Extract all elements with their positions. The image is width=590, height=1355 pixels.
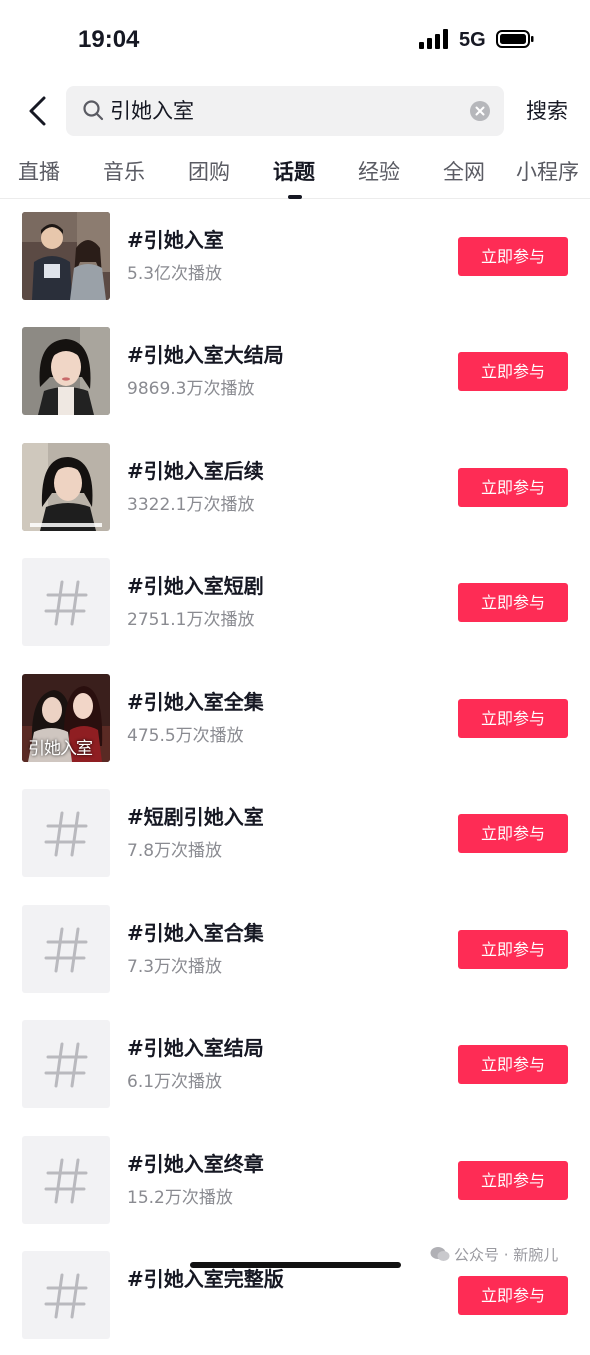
hashtag-icon <box>44 811 88 857</box>
topic-play-count: 5.3亿次播放 <box>127 264 223 284</box>
topic-row[interactable]: #短剧引她入室 7.8万次播放 立即参与 <box>0 777 590 893</box>
topic-title: #引她入室结局 <box>127 1036 264 1060</box>
topic-thumbnail <box>22 1251 110 1339</box>
tab-music[interactable]: 音乐 <box>103 158 145 186</box>
topic-play-count: 3322.1万次播放 <box>127 495 255 515</box>
search-icon <box>83 100 104 121</box>
topic-play-count: 15.2万次播放 <box>127 1188 233 1208</box>
category-tabs: 直播 音乐 团购 话题 经验 全网 小程序 <box>0 150 590 199</box>
join-button[interactable]: 立即参与 <box>458 1045 568 1084</box>
topic-title: #引她入室终章 <box>127 1152 264 1176</box>
photo-couple-image <box>22 212 110 300</box>
search-bar[interactable]: 引她入室 <box>66 86 504 136</box>
hashtag-icon <box>44 927 88 973</box>
hashtag-icon <box>44 1158 88 1204</box>
topic-title: #短剧引她入室 <box>127 805 264 829</box>
home-indicator[interactable] <box>190 1262 401 1268</box>
search-button[interactable]: 搜索 <box>526 97 568 125</box>
wechat-icon <box>430 1247 450 1261</box>
topic-title: #引她入室完整版 <box>127 1267 284 1291</box>
topic-play-count: 7.8万次播放 <box>127 841 223 861</box>
topic-play-count: 2751.1万次播放 <box>127 610 255 630</box>
topic-row[interactable]: #引她入室终章 15.2万次播放 立即参与 <box>0 1124 590 1240</box>
join-button[interactable]: 立即参与 <box>458 468 568 507</box>
topic-thumbnail <box>22 905 110 993</box>
topic-thumbnail <box>22 558 110 646</box>
topic-title: #引她入室合集 <box>127 921 264 945</box>
tab-live[interactable]: 直播 <box>18 158 60 186</box>
watermark-text: 公众号 · 新腕儿 <box>454 1246 559 1264</box>
topic-thumbnail <box>22 789 110 877</box>
topic-play-count: 475.5万次播放 <box>127 726 244 746</box>
tab-mini-programs[interactable]: 小程序 <box>516 158 579 186</box>
topic-thumbnail <box>22 327 110 415</box>
join-button[interactable]: 立即参与 <box>458 237 568 276</box>
join-button[interactable]: 立即参与 <box>458 930 568 969</box>
status-bar: 19:04 5G <box>0 0 590 80</box>
topic-title: #引她入室后续 <box>127 459 264 483</box>
active-tab-indicator <box>288 195 302 199</box>
hashtag-icon <box>44 1042 88 1088</box>
topic-row[interactable]: #引她入室结局 6.1万次播放 立即参与 <box>0 1008 590 1124</box>
join-button[interactable]: 立即参与 <box>458 814 568 853</box>
topic-play-count: 6.1万次播放 <box>127 1072 223 1092</box>
clear-circle-icon[interactable] <box>470 101 490 121</box>
topic-play-count: 7.3万次播放 <box>127 957 223 977</box>
topic-title: #引她入室 <box>127 228 224 252</box>
search-input[interactable]: 引她入室 <box>110 96 194 126</box>
topic-row[interactable]: #引她入室后续 3322.1万次播放 立即参与 <box>0 431 590 547</box>
topic-thumbnail <box>22 212 110 300</box>
topic-play-count: 9869.3万次播放 <box>127 379 255 399</box>
join-button[interactable]: 立即参与 <box>458 583 568 622</box>
chevron-left-icon[interactable] <box>24 94 58 128</box>
topic-row[interactable]: #引她入室 5.3亿次播放 立即参与 <box>0 200 590 316</box>
poster-title-text: 引她入室 <box>28 739 93 759</box>
signal-bars-icon <box>419 29 448 49</box>
tab-experience[interactable]: 经验 <box>358 158 400 186</box>
topic-row[interactable]: #引她入室合集 7.3万次播放 立即参与 <box>0 893 590 1009</box>
topic-title: #引她入室短剧 <box>127 574 264 598</box>
topic-row[interactable]: 引她入室 #引她入室全集 475.5万次播放 立即参与 <box>0 662 590 778</box>
topic-thumbnail: 引她入室 <box>22 674 110 762</box>
tab-web[interactable]: 全网 <box>443 158 485 186</box>
join-button[interactable]: 立即参与 <box>458 1276 568 1315</box>
watermark: 公众号 · 新腕儿 <box>430 1244 558 1265</box>
tab-group-buy[interactable]: 团购 <box>188 158 230 186</box>
topic-row[interactable]: #引她入室短剧 2751.1万次播放 立即参与 <box>0 546 590 662</box>
join-button[interactable]: 立即参与 <box>458 699 568 738</box>
hashtag-icon <box>44 1273 88 1319</box>
topic-thumbnail <box>22 1136 110 1224</box>
hashtag-icon <box>44 580 88 626</box>
join-button[interactable]: 立即参与 <box>458 352 568 391</box>
photo-woman-image <box>22 327 110 415</box>
photo-woman-subtitle-image <box>22 443 110 531</box>
topic-row[interactable]: #引她入室大结局 9869.3万次播放 立即参与 <box>0 315 590 431</box>
topic-thumbnail <box>22 443 110 531</box>
topic-title: #引她入室大结局 <box>127 343 284 367</box>
join-button[interactable]: 立即参与 <box>458 1161 568 1200</box>
topic-thumbnail <box>22 1020 110 1108</box>
tab-topics[interactable]: 话题 <box>273 158 315 186</box>
topic-title: #引她入室全集 <box>127 690 264 714</box>
status-time: 19:04 <box>78 26 140 53</box>
network-type: 5G <box>459 29 486 51</box>
battery-icon <box>496 30 534 48</box>
